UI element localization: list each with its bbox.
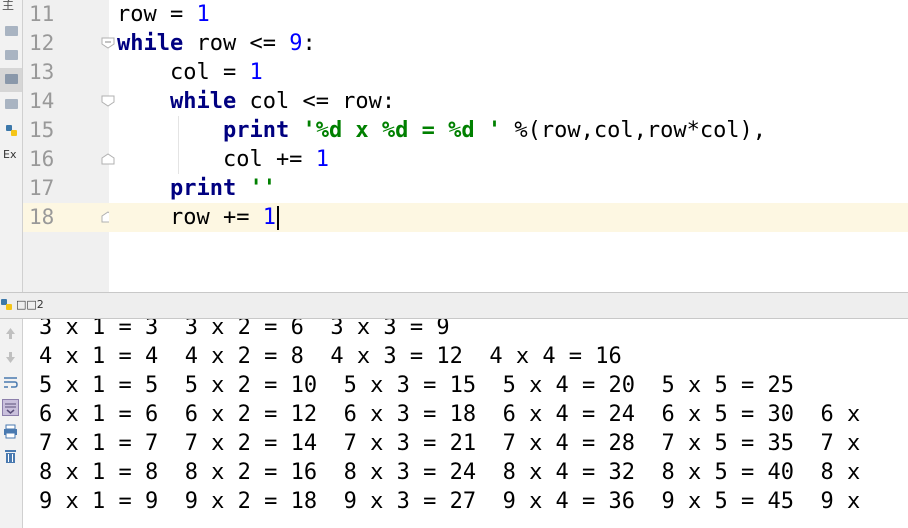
line-number: 11 [29, 2, 55, 26]
code-line[interactable]: print '%d x %d = %d ' %(row,col,row*col)… [109, 116, 908, 145]
folder-icon[interactable] [5, 50, 18, 60]
run-console[interactable]: 3 x 1 = 3 3 x 2 = 6 3 x 3 = 9 4 x 1 = 4 … [23, 319, 908, 528]
python-run-icon [1, 299, 12, 310]
code-line[interactable]: print '' [109, 174, 908, 203]
project-cut-label: 主 [2, 0, 15, 12]
line-number: 15 [29, 118, 55, 142]
line-number: 14 [29, 89, 55, 113]
run-panel-header: □□2 [0, 292, 908, 319]
folder-icon[interactable] [5, 26, 18, 36]
soft-wrap-icon[interactable] [2, 374, 19, 391]
scroll-to-end-icon[interactable] [2, 399, 19, 416]
print-icon[interactable] [2, 423, 19, 440]
project-panel: 主 Ex [0, 0, 23, 292]
line-number: 17 [29, 176, 55, 200]
console-output-line: 3 x 1 = 3 3 x 2 = 6 3 x 3 = 9 [39, 319, 450, 340]
locked-folder-icon[interactable] [5, 74, 18, 84]
line-number: 12 [29, 31, 55, 55]
console-output-line: 5 x 1 = 5 5 x 2 = 10 5 x 3 = 15 5 x 4 = … [39, 373, 794, 398]
console-output-line: 9 x 1 = 9 9 x 2 = 18 9 x 3 = 27 9 x 4 = … [39, 489, 861, 514]
text-caret [276, 206, 279, 230]
code-line-current[interactable]: row += 1 [109, 203, 908, 232]
code-line[interactable]: row = 1 [109, 0, 908, 29]
down-arrow-icon[interactable] [2, 349, 19, 366]
console-output-line: 4 x 1 = 4 4 x 2 = 8 4 x 3 = 12 4 x 4 = 1… [39, 344, 622, 369]
locked-folder-icon[interactable] [5, 99, 18, 109]
python-file-icon[interactable] [5, 124, 18, 137]
code-line[interactable]: col += 1 [109, 145, 908, 174]
console-output-line: 6 x 1 = 6 6 x 2 = 12 6 x 3 = 18 6 x 4 = … [39, 402, 861, 427]
console-output-line: 8 x 1 = 8 8 x 2 = 16 8 x 3 = 24 8 x 4 = … [39, 460, 861, 485]
external-libraries-label[interactable]: Ex [3, 148, 16, 161]
code-line[interactable]: while row <= 9: [109, 29, 908, 58]
code-line[interactable]: col = 1 [109, 58, 908, 87]
line-number-current: 18 [23, 203, 109, 232]
run-toolbar [0, 319, 23, 528]
run-config-name[interactable]: □□2 [16, 298, 44, 311]
trash-icon[interactable] [2, 448, 19, 465]
line-number: 13 [29, 60, 55, 84]
up-arrow-icon[interactable] [2, 325, 19, 342]
code-line[interactable]: while col <= row: [109, 87, 908, 116]
line-number: 16 [29, 147, 55, 171]
console-output-line: 7 x 1 = 7 7 x 2 = 14 7 x 3 = 21 7 x 4 = … [39, 431, 861, 456]
